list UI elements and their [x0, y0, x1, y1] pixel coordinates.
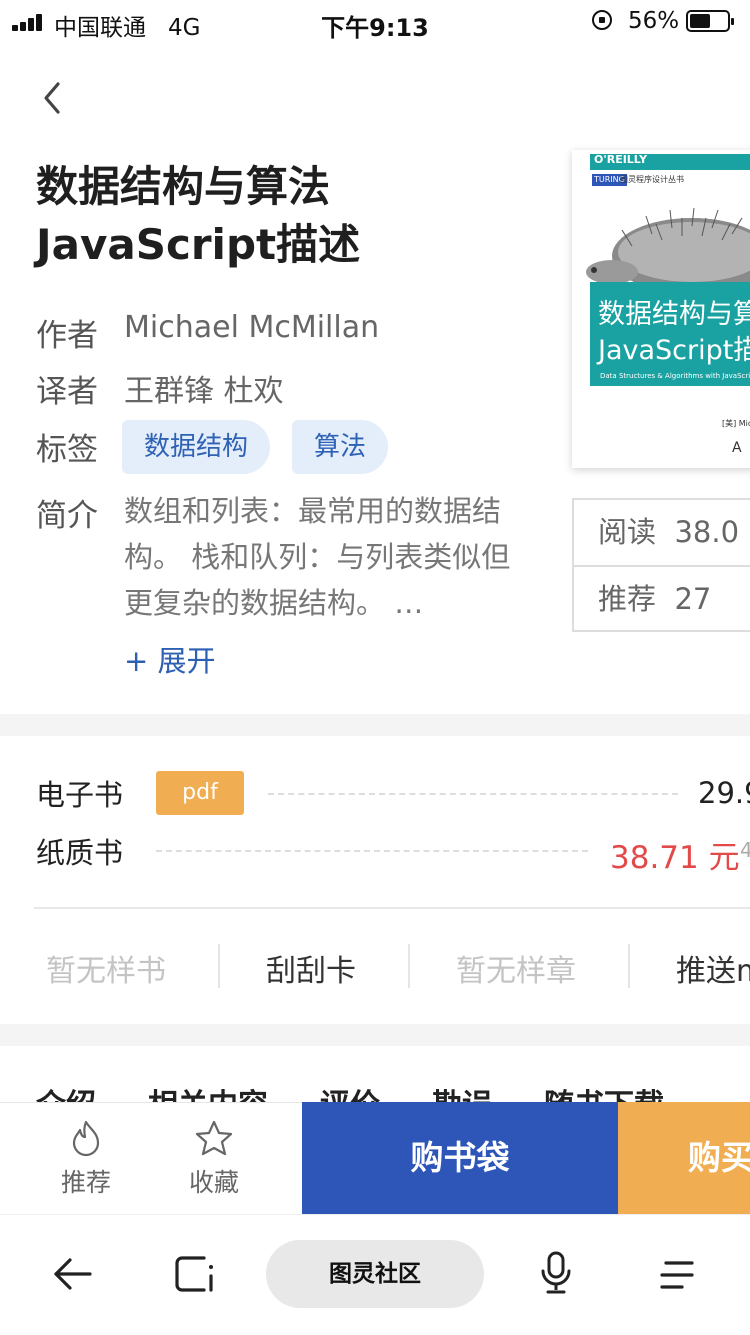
translator-label: 译者: [36, 374, 98, 410]
ebook-label: 电子书: [36, 778, 124, 812]
microphone-icon[interactable]: [538, 1250, 574, 1296]
battery-percent: 56%: [628, 8, 680, 34]
intro-text: 数组和列表：最常用的数据结构。 栈和队列：与列表类似但更复杂的数据结构。 …: [124, 494, 511, 620]
cover-author: [美] Mich: [722, 419, 750, 428]
no-sample-chapter: 暂无样章: [456, 954, 576, 989]
paper-original-price: 4: [740, 838, 750, 862]
cover-title-cn: 数据结构与算: [598, 299, 750, 330]
tag-algorithms[interactable]: 算法: [292, 420, 389, 474]
scratch-card-button[interactable]: 刮刮卡: [266, 946, 356, 990]
expand-link[interactable]: + 展开: [124, 638, 216, 680]
read-label: 阅读: [598, 515, 657, 549]
pdf-badge[interactable]: pdf: [156, 771, 244, 815]
divider: [34, 907, 750, 909]
cover-title-en: JavaScript描: [598, 335, 750, 366]
favorite-button[interactable]: 收藏: [164, 1119, 264, 1199]
add-to-cart-button[interactable]: 购书袋: [302, 1102, 618, 1214]
author-value[interactable]: Michael McMillan: [124, 310, 379, 345]
push-button[interactable]: 推送m: [676, 946, 750, 990]
recommend-button[interactable]: 推荐: [36, 1119, 136, 1199]
section-divider: [0, 714, 750, 736]
translator-value[interactable]: 王群锋 杜欢: [124, 366, 284, 410]
tags-label: 标签: [36, 432, 98, 468]
site-title-pill[interactable]: 图灵社区: [266, 1240, 484, 1308]
series-name: 图灵程序设计丛书: [620, 175, 684, 184]
paper-book-label: 纸质书: [36, 836, 124, 870]
divider: [218, 944, 220, 988]
menu-icon[interactable]: [658, 1258, 696, 1292]
buy-button[interactable]: 购买: [618, 1102, 750, 1214]
intro-label: 简介: [36, 498, 98, 534]
book-title: 数据结构与算法 JavaScript描述: [36, 162, 361, 269]
favorite-label: 收藏: [188, 1168, 239, 1197]
battery-icon: [686, 10, 734, 32]
author-label: 作者: [36, 318, 98, 354]
cover-subtitle: Data Structures & Algorithms with JavaSc…: [600, 372, 750, 380]
orientation-lock-icon: [592, 10, 612, 30]
section-divider: [0, 1024, 750, 1046]
cover-publisher-mark: A: [732, 440, 742, 456]
stats-box: 阅读 38.0 推荐 27: [572, 498, 750, 632]
book-cover[interactable]: O'REILLY TURING 图灵程序设计丛书 数据结构与算 JavaScri…: [572, 150, 750, 468]
tabs-icon[interactable]: [174, 1254, 216, 1294]
recommend-count: 27: [674, 582, 712, 616]
back-chevron-icon[interactable]: [38, 78, 68, 118]
divider: [408, 944, 410, 988]
flame-icon: [72, 1120, 100, 1157]
ebook-price[interactable]: 29.9: [698, 776, 750, 810]
star-icon: [195, 1120, 233, 1156]
divider: [628, 944, 630, 988]
dashed-leader: [268, 793, 678, 795]
paper-book-price[interactable]: 38.71 元: [610, 832, 740, 877]
publisher-logo: O'REILLY: [594, 153, 648, 166]
recommend-label: 推荐: [598, 582, 657, 616]
status-bar: 中国联通 4G 下午9:13 56%: [0, 0, 750, 44]
no-sample-book: 暂无样书: [46, 954, 166, 989]
tag-data-structures[interactable]: 数据结构: [122, 420, 271, 474]
read-count: 38.0: [674, 515, 740, 549]
dashed-leader: [156, 850, 588, 852]
back-arrow-icon[interactable]: [52, 1256, 94, 1292]
recommend-label: 推荐: [60, 1168, 111, 1197]
